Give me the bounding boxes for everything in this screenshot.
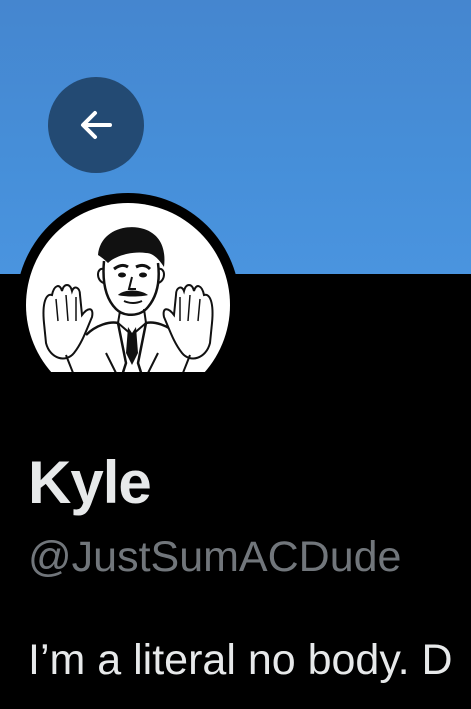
avatar-clip (0, 372, 260, 432)
user-handle: @JustSumACDude (28, 533, 402, 581)
display-name: Kyle (28, 449, 152, 516)
back-button[interactable] (48, 77, 144, 173)
profile-bio: I’m a literal no body. D (28, 636, 453, 684)
arrow-left-icon (81, 111, 112, 139)
profile-page: Kyle @JustSumACDude I’m a literal no bod… (0, 0, 471, 709)
